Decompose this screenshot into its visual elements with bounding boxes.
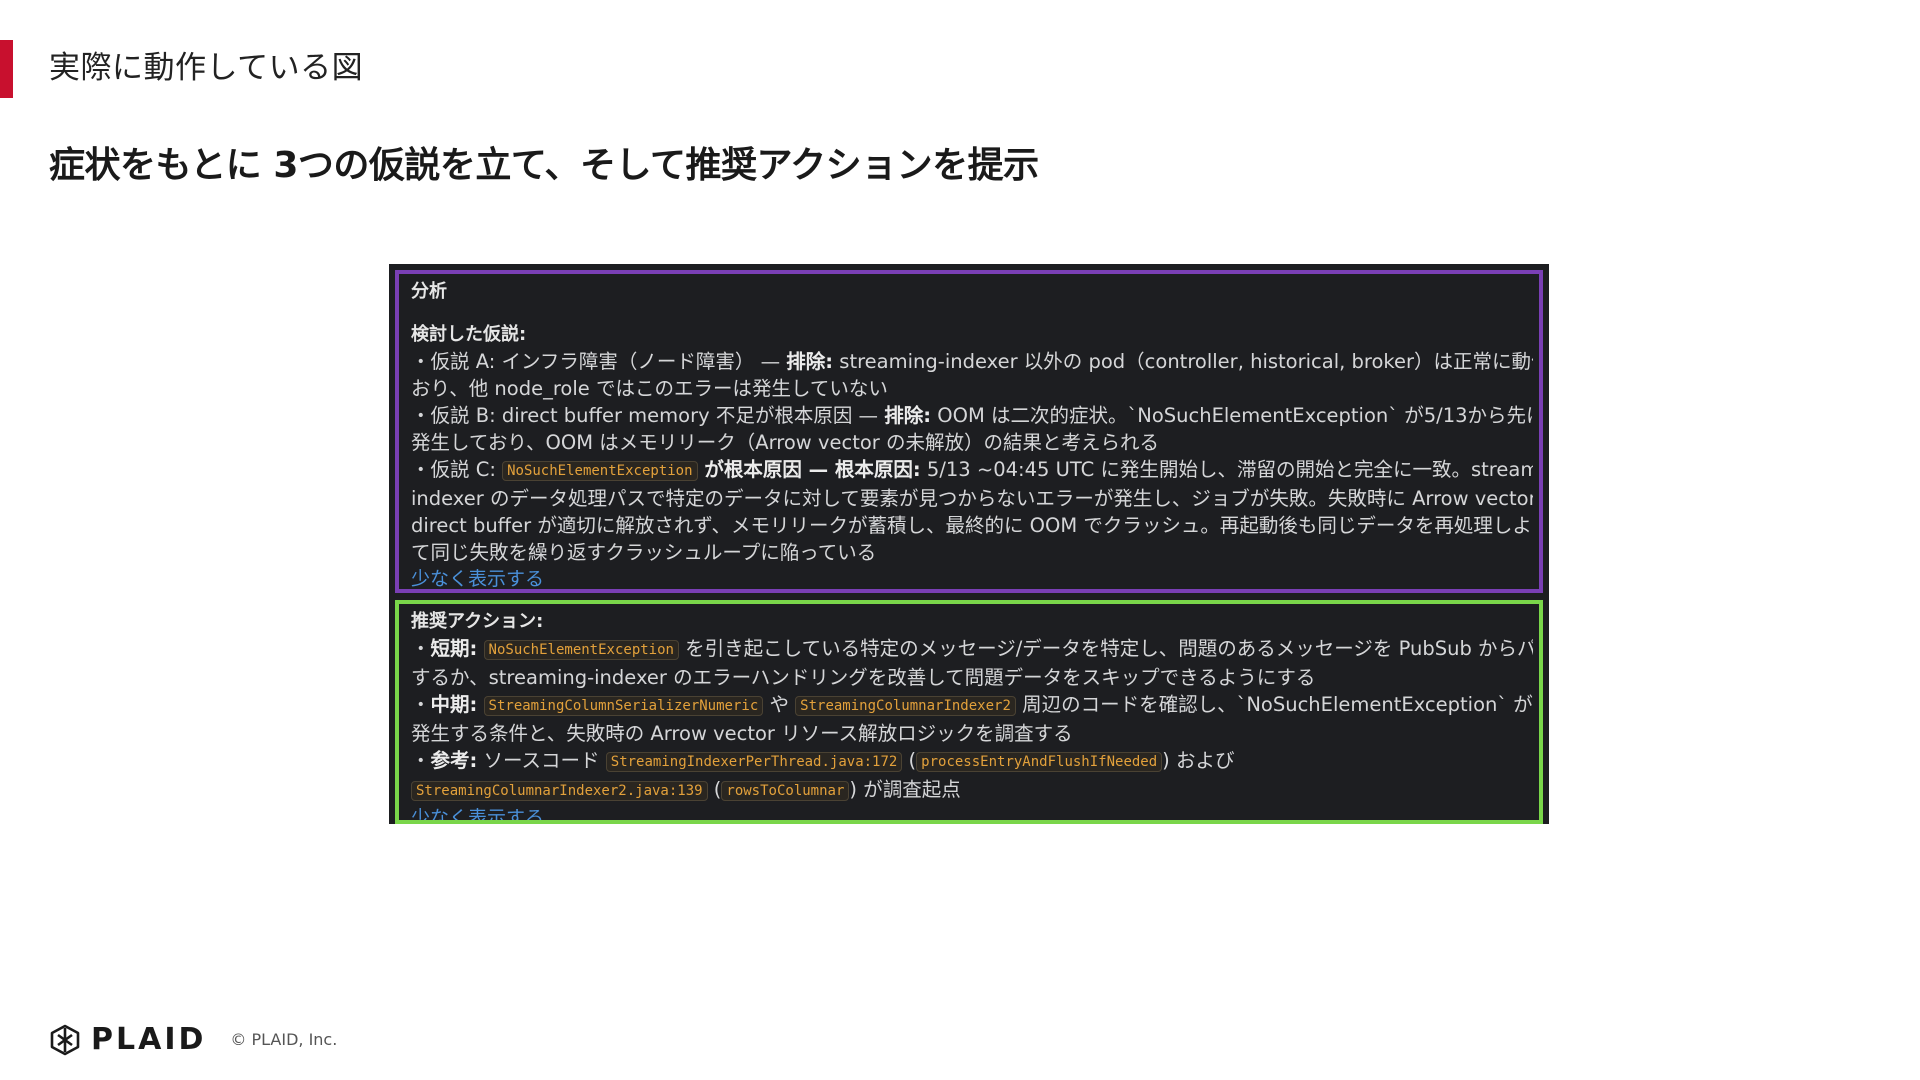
logo-wordmark: PLAID xyxy=(91,1022,207,1057)
inline-code: StreamingIndexerPerThread.java:172 xyxy=(605,752,903,772)
action-mid-line2: 発生する条件と、失敗時の Arrow vector リソース解放ロジックを調査す… xyxy=(411,722,1073,745)
inline-code: StreamingColumnSerializerNumeric xyxy=(483,696,764,716)
action-ref-line1: ・参考: ソースコード StreamingIndexerPerThread.ja… xyxy=(411,747,1533,776)
bullet: ・ xyxy=(411,749,431,772)
hypothesis-b-prefix: ・仮説 B: direct buffer memory 不足が根本原因 — xyxy=(411,404,885,427)
hypothesis-a-line1: ・仮説 A: インフラ障害（ノード障害） — 排除: streaming-ind… xyxy=(411,348,1533,375)
accent-bar xyxy=(0,40,13,98)
hypothesis-c-tag: 根本原因: xyxy=(834,458,921,481)
action-short-tag: 短期: xyxy=(430,637,478,660)
hypothesis-c-text: 5/13 ~04:45 UTC に発生開始し、滞留の開始と完全に一致。strea… xyxy=(920,458,1533,481)
hypothesis-a-text: streaming-indexer 以外の pod（controller, hi… xyxy=(833,350,1533,373)
action-mid-between: や xyxy=(763,693,796,716)
hypothesis-b-line2: 発生しており、OOM はメモリリーク（Arrow vector の未解放）の結果… xyxy=(411,431,1160,454)
action-ref-and: ) および xyxy=(1162,749,1235,772)
hypothesis-b-line1: ・仮説 B: direct buffer memory 不足が根本原因 — 排除… xyxy=(411,402,1533,429)
inline-code: StreamingColumnarIndexer2.java:139 xyxy=(411,781,708,801)
slide-headline: 症状をもとに 3つの仮説を立て、そして推奨アクションを提示 xyxy=(49,145,1039,186)
plaid-logo-icon xyxy=(50,1024,80,1055)
hypothesis-a-prefix: ・仮説 A: インフラ障害（ノード障害） — xyxy=(411,350,787,373)
analysis-panel: 分析 検討した仮説: ・仮説 A: インフラ障害（ノード障害） — 排除: st… xyxy=(395,270,1543,593)
action-ref-text: ソースコード xyxy=(477,749,606,772)
inline-code: NoSuchElementException xyxy=(483,640,679,660)
hypothesis-c-line4: て同じ失敗を繰り返すクラッシュループに陥っている xyxy=(411,541,877,564)
show-less-link[interactable]: 少なく表示する xyxy=(411,566,1533,589)
action-short-line1: ・短期: NoSuchElementException を引き起こしている特定の… xyxy=(411,635,1533,664)
hypothesis-b-text: OOM は二次的症状。`NoSuchElementException` が5/1… xyxy=(931,404,1533,427)
analysis-title: 分析 xyxy=(411,281,447,302)
section-label: 実際に動作している図 xyxy=(49,50,364,86)
action-mid-tag: 中期: xyxy=(430,693,478,716)
inline-code: StreamingColumnarIndexer2 xyxy=(795,696,1016,716)
hypothesis-c-line1: ・仮説 C: NoSuchElementException が根本原因 — 根本… xyxy=(411,456,1533,485)
action-ref-line2: StreamingColumnarIndexer2.java:139 (rows… xyxy=(411,776,1533,805)
action-short-text: を引き起こしている特定のメッセージ/データを特定し、問題のあるメッセージを Pu… xyxy=(678,637,1533,660)
action-mid-text: 周辺のコードを確認し、`NoSuchElementException` が xyxy=(1015,693,1533,716)
embedded-screenshot: 分析 検討した仮説: ・仮説 A: インフラ障害（ノード障害） — 排除: st… xyxy=(389,264,1549,824)
hypothesis-c-line2: indexer のデータ処理パスで特定のデータに対して要素が見つからないエラーが… xyxy=(411,487,1533,510)
inline-code: processEntryAndFlushIfNeeded xyxy=(916,752,1163,772)
paren: ( xyxy=(902,749,917,772)
bullet: ・ xyxy=(411,637,431,660)
actions-title: 推奨アクション: xyxy=(411,611,544,632)
hypothesis-a-tag: 排除: xyxy=(786,350,834,373)
inline-code: rowsToColumnar xyxy=(721,781,850,801)
bullet: ・ xyxy=(411,693,431,716)
hypothesis-a-line2: おり、他 node_role ではこのエラーは発生していない xyxy=(411,377,888,400)
show-less-link[interactable]: 少なく表示する xyxy=(411,805,1533,820)
action-ref-tag: 参考: xyxy=(430,749,478,772)
hypothesis-c-middle: が根本原因 — xyxy=(697,458,835,481)
actions-panel: 推奨アクション: ・短期: NoSuchElementException を引き… xyxy=(395,600,1543,824)
hypothesis-c-line3: direct buffer が適切に解放されず、メモリリークが蓄積し、最終的に … xyxy=(411,514,1533,537)
hypotheses-heading: 検討した仮説: xyxy=(411,324,527,345)
action-short-line2: するか、streaming-indexer のエラーハンドリングを改善して問題デ… xyxy=(411,666,1316,689)
action-mid-line1: ・中期: StreamingColumnSerializerNumeric や … xyxy=(411,691,1533,720)
action-ref-tail: ) が調査起点 xyxy=(849,778,961,801)
hypothesis-b-tag: 排除: xyxy=(884,404,932,427)
paren: ( xyxy=(707,778,722,801)
inline-code: NoSuchElementException xyxy=(502,461,698,481)
copyright: © PLAID, Inc. xyxy=(230,1030,338,1049)
footer-logo: PLAID © PLAID, Inc. xyxy=(49,1022,337,1057)
hypothesis-c-prefix: ・仮説 C: xyxy=(411,458,503,481)
